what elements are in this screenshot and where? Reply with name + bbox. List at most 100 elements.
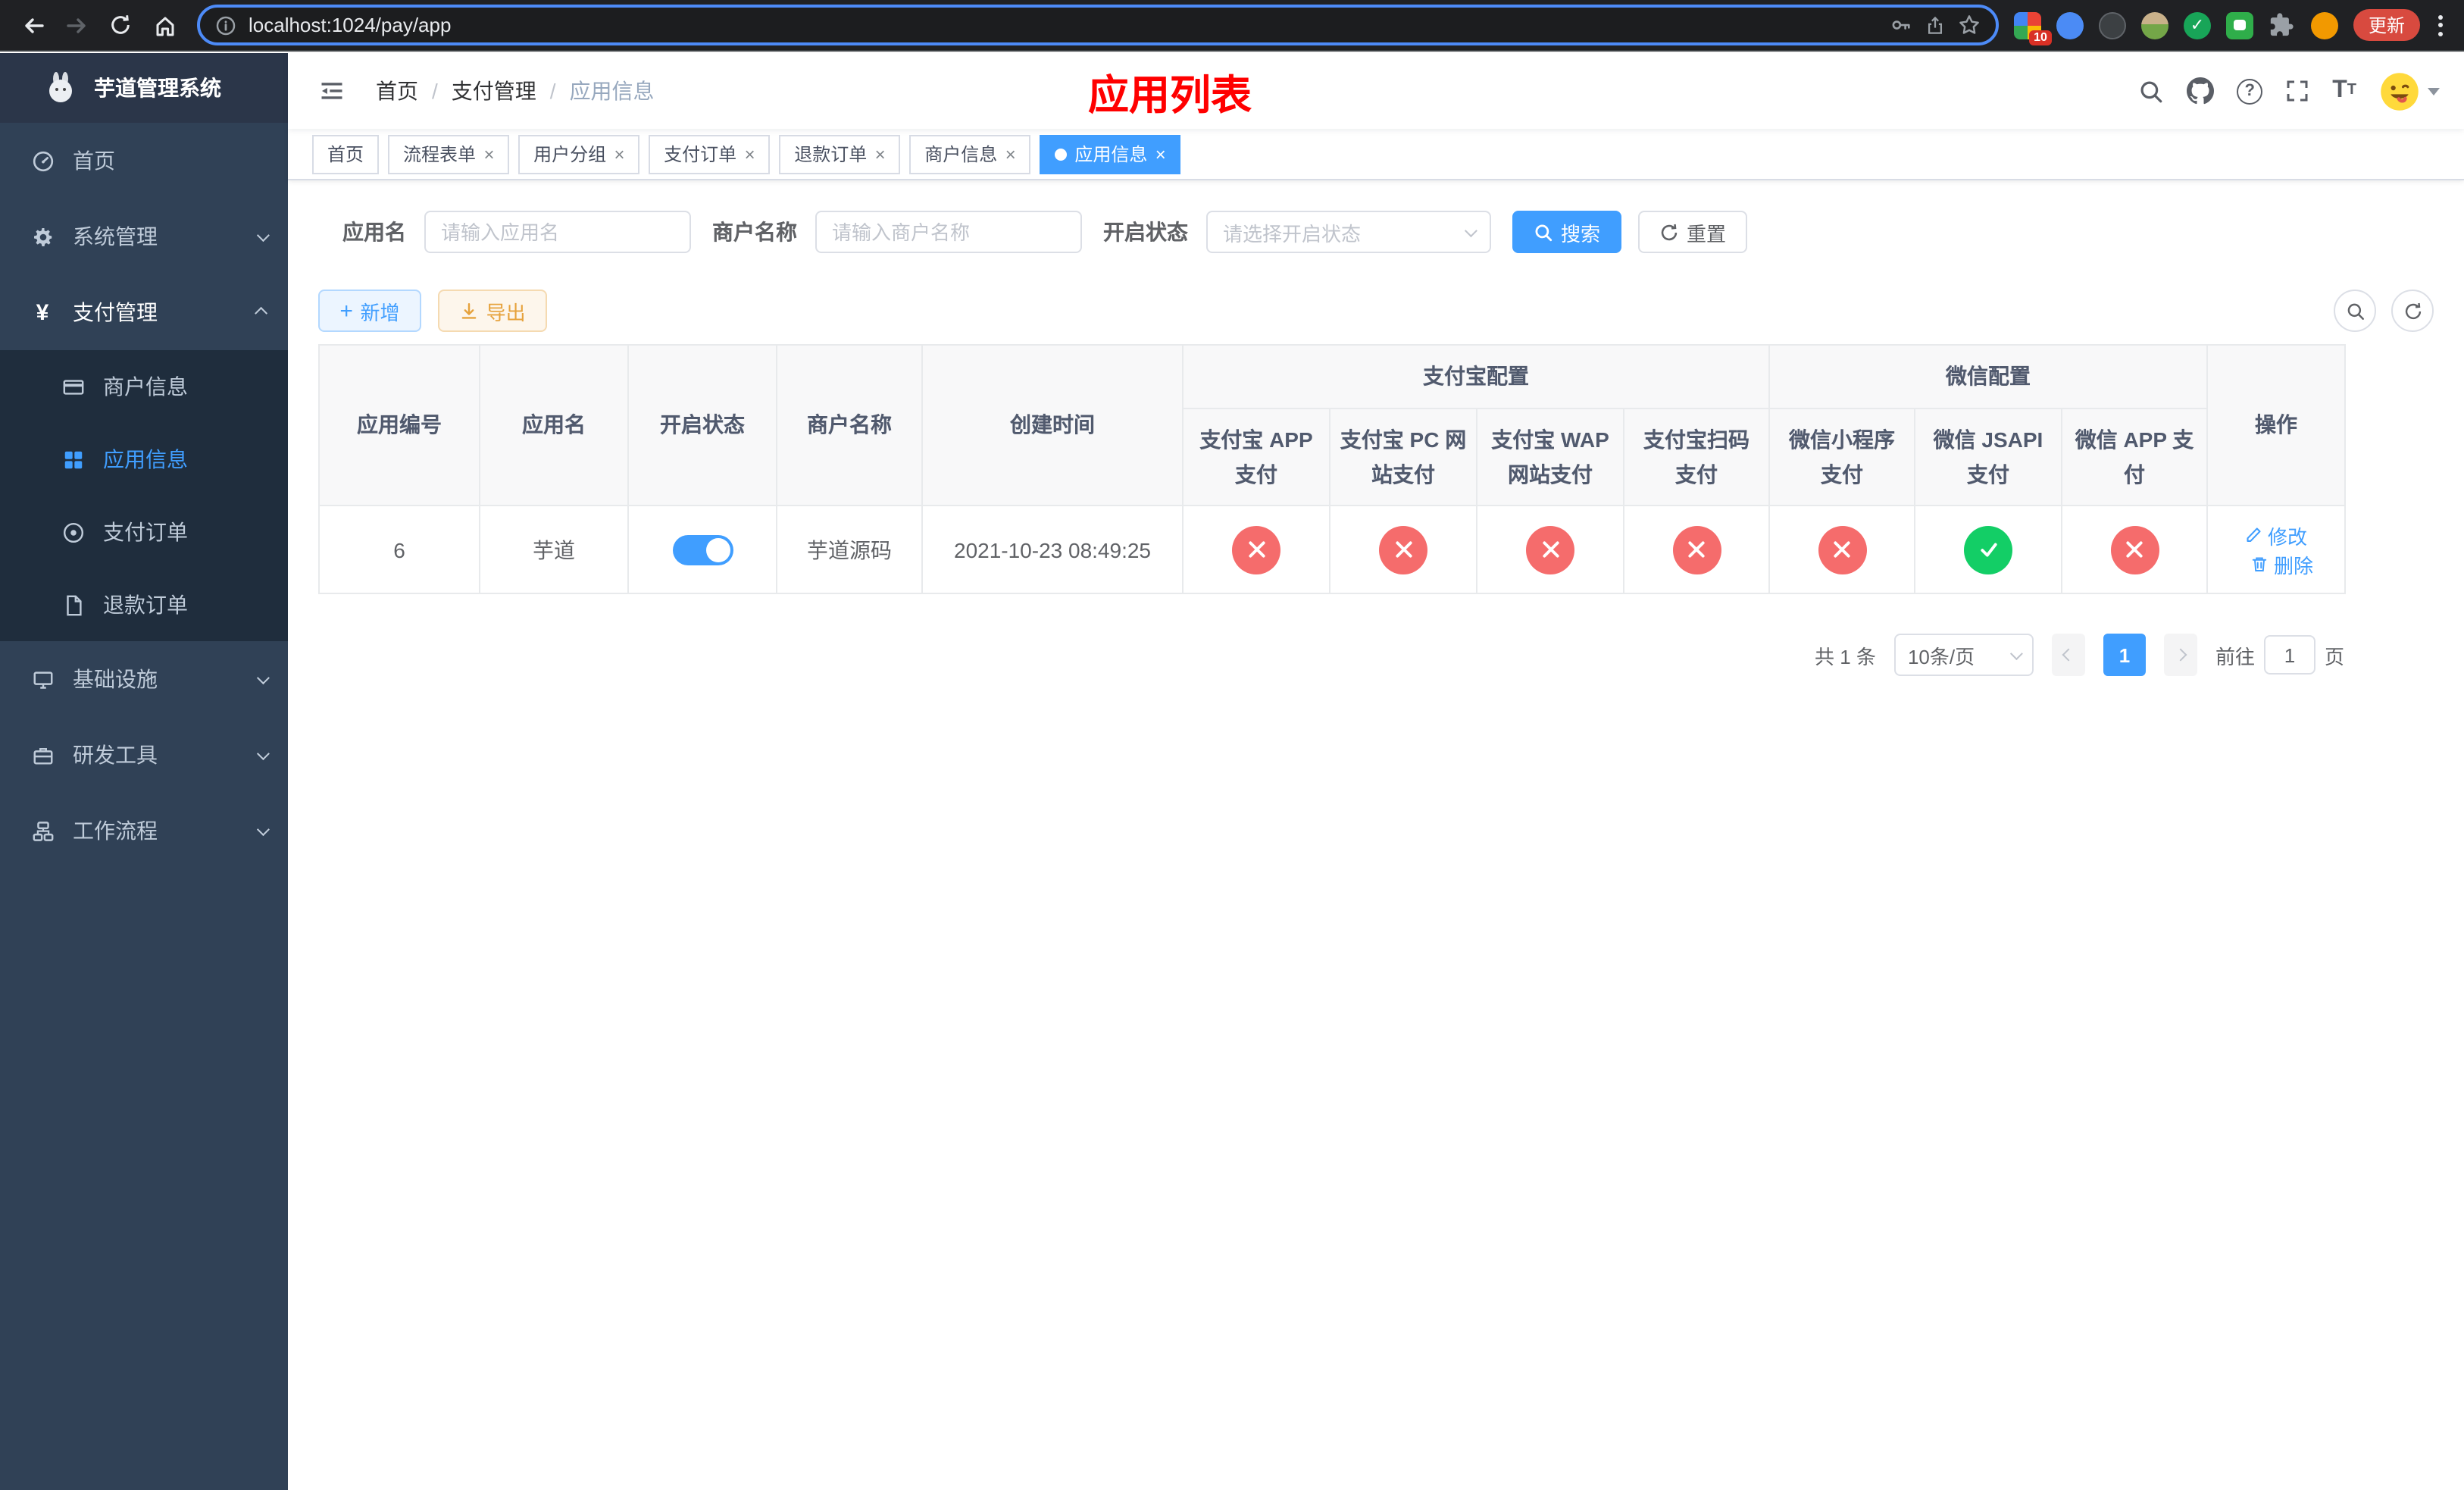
close-icon[interactable] [744, 145, 755, 163]
browser-update-button[interactable]: 更新 [2353, 9, 2420, 41]
sidebar-item-workflow[interactable]: 工作流程 [0, 793, 288, 869]
monitor-icon [30, 668, 55, 690]
sidebar-logo[interactable]: 芋道管理系统 [0, 53, 288, 123]
tab-app-info[interactable]: 应用信息 [1040, 134, 1181, 174]
tab-refund-order[interactable]: 退款订单 [779, 134, 901, 174]
sidebar-item-merchant-info[interactable]: 商户信息 [0, 350, 288, 423]
search-icon[interactable] [2138, 78, 2164, 104]
table-row: 6 芋道 芋道源码 2021-10-23 08:49:25 修改 删除 [318, 505, 2346, 594]
tab-label: 用户分组 [533, 144, 607, 165]
toggle-search-button[interactable] [2334, 290, 2376, 332]
table-toolbar: 新增 导出 [318, 290, 2434, 332]
export-button[interactable]: 导出 [437, 290, 547, 332]
cell-wx-app [2061, 505, 2208, 594]
extension-avatar-icon[interactable] [2140, 11, 2169, 39]
chevron-down-icon [2009, 647, 2023, 661]
reset-button[interactable]: 重置 [1638, 211, 1748, 253]
browser-menu-icon[interactable] [2429, 8, 2452, 42]
goto-page: 前往 页 [2215, 635, 2344, 675]
cell-alipay-wap [1476, 505, 1624, 594]
url-text[interactable]: localhost:1024/pay/app [249, 14, 1878, 36]
tab-home[interactable]: 首页 [312, 134, 380, 174]
sidebar-item-payment[interactable]: ¥ 支付管理 [0, 274, 288, 350]
site-info-icon[interactable] [215, 14, 236, 36]
breadcrumb-current: 应用信息 [569, 79, 655, 103]
prev-page-button[interactable] [2051, 634, 2085, 676]
breadcrumb-payment[interactable]: 支付管理 [452, 76, 536, 106]
status-select[interactable]: 请选择开启状态 [1206, 211, 1491, 253]
close-icon[interactable] [1155, 145, 1165, 163]
tab-label: 支付订单 [664, 144, 737, 165]
sidebar-fold-icon[interactable] [312, 77, 352, 105]
page-content: 应用名 商户名称 开启状态 请选择开启状态 搜索 重置 [288, 180, 2464, 1490]
col-header-alipay-qr: 支付宝扫码支付 [1623, 408, 1770, 506]
card-icon [61, 375, 85, 398]
page-size-select[interactable]: 10条/页 [1893, 634, 2034, 676]
next-page-button[interactable] [2163, 634, 2197, 676]
col-header-alipay-wap: 支付宝 WAP 网站支付 [1476, 408, 1624, 506]
font-size-icon[interactable] [2332, 79, 2356, 103]
reload-icon[interactable] [100, 5, 141, 45]
help-icon[interactable] [2237, 78, 2263, 104]
tab-user-group[interactable]: 用户分组 [518, 134, 640, 174]
add-button[interactable]: 新增 [318, 290, 421, 332]
pagination-total: 共 1 条 [1815, 645, 1876, 668]
close-icon[interactable] [874, 145, 885, 163]
app-title: 芋道管理系统 [94, 76, 221, 100]
close-icon[interactable] [483, 145, 494, 163]
sidebar-item-app-info[interactable]: 应用信息 [0, 423, 288, 496]
tab-merchant-info[interactable]: 商户信息 [909, 134, 1031, 174]
extensions-puzzle-icon[interactable] [2269, 11, 2296, 39]
chevron-down-icon [256, 229, 270, 243]
back-icon[interactable] [12, 5, 53, 45]
extension-dark-icon[interactable] [2098, 11, 2126, 39]
extension-chat-icon[interactable] [2225, 11, 2253, 39]
github-icon[interactable] [2187, 77, 2215, 105]
tab-pay-order[interactable]: 支付订单 [649, 134, 771, 174]
close-icon[interactable] [1005, 145, 1015, 163]
address-bar[interactable]: localhost:1024/pay/app [197, 5, 1999, 45]
home-icon[interactable] [144, 5, 185, 45]
sidebar-item-system[interactable]: 系统管理 [0, 199, 288, 274]
sidebar-item-home[interactable]: 首页 [0, 123, 288, 199]
goto-page-input[interactable] [2263, 635, 2315, 675]
sidebar-item-pay-order[interactable]: 支付订单 [0, 496, 288, 568]
password-key-icon[interactable] [1890, 14, 1912, 36]
payment-status-icon [1672, 525, 1721, 574]
status-toggle[interactable] [672, 534, 733, 565]
edit-link[interactable]: 修改 [2245, 521, 2307, 549]
merchant-name-input[interactable] [815, 211, 1082, 253]
extension-colorwheel-icon[interactable]: 10 [2013, 11, 2052, 45]
order-icon [61, 521, 85, 543]
close-icon[interactable] [614, 145, 624, 163]
sidebar-item-refund-order[interactable]: 退款订单 [0, 568, 288, 641]
cell-actions: 修改 删除 [2206, 505, 2346, 594]
profile-avatar-icon[interactable] [2310, 11, 2338, 39]
filter-form: 应用名 商户名称 开启状态 请选择开启状态 搜索 重置 [342, 211, 2434, 253]
col-header-merchant: 商户名称 [776, 344, 923, 506]
app-name-input[interactable] [424, 211, 691, 253]
group-header-wechat: 微信配置 [1768, 344, 2208, 409]
extension-blue-icon[interactable] [2056, 11, 2084, 39]
top-navbar: 首页 / 支付管理 / 应用信息 应用列表 [288, 53, 2464, 129]
refresh-button[interactable] [2391, 290, 2434, 332]
delete-link[interactable]: 删除 [2251, 549, 2313, 578]
user-menu[interactable] [2379, 70, 2440, 111]
sidebar-item-devtools[interactable]: 研发工具 [0, 717, 288, 793]
tab-label: 首页 [327, 144, 364, 165]
sidebar-item-infrastructure[interactable]: 基础设施 [0, 641, 288, 717]
goto-prefix: 前往 [2215, 645, 2255, 668]
page-number-1[interactable]: 1 [2103, 634, 2146, 676]
search-button[interactable]: 搜索 [1512, 211, 1622, 253]
table-tools [2334, 290, 2434, 332]
tab-label: 流程表单 [403, 144, 477, 165]
tab-process-form[interactable]: 流程表单 [388, 134, 510, 174]
forward-icon[interactable] [56, 5, 97, 45]
breadcrumb-home[interactable]: 首页 [376, 76, 418, 106]
page-title: 应用列表 [1088, 72, 1252, 117]
extension-check-icon[interactable]: ✓ [2183, 11, 2211, 39]
bookmark-star-icon[interactable] [1958, 14, 1981, 36]
payment-status-icon [1379, 525, 1427, 574]
share-icon[interactable] [1925, 14, 1946, 36]
fullscreen-icon[interactable] [2285, 79, 2309, 103]
